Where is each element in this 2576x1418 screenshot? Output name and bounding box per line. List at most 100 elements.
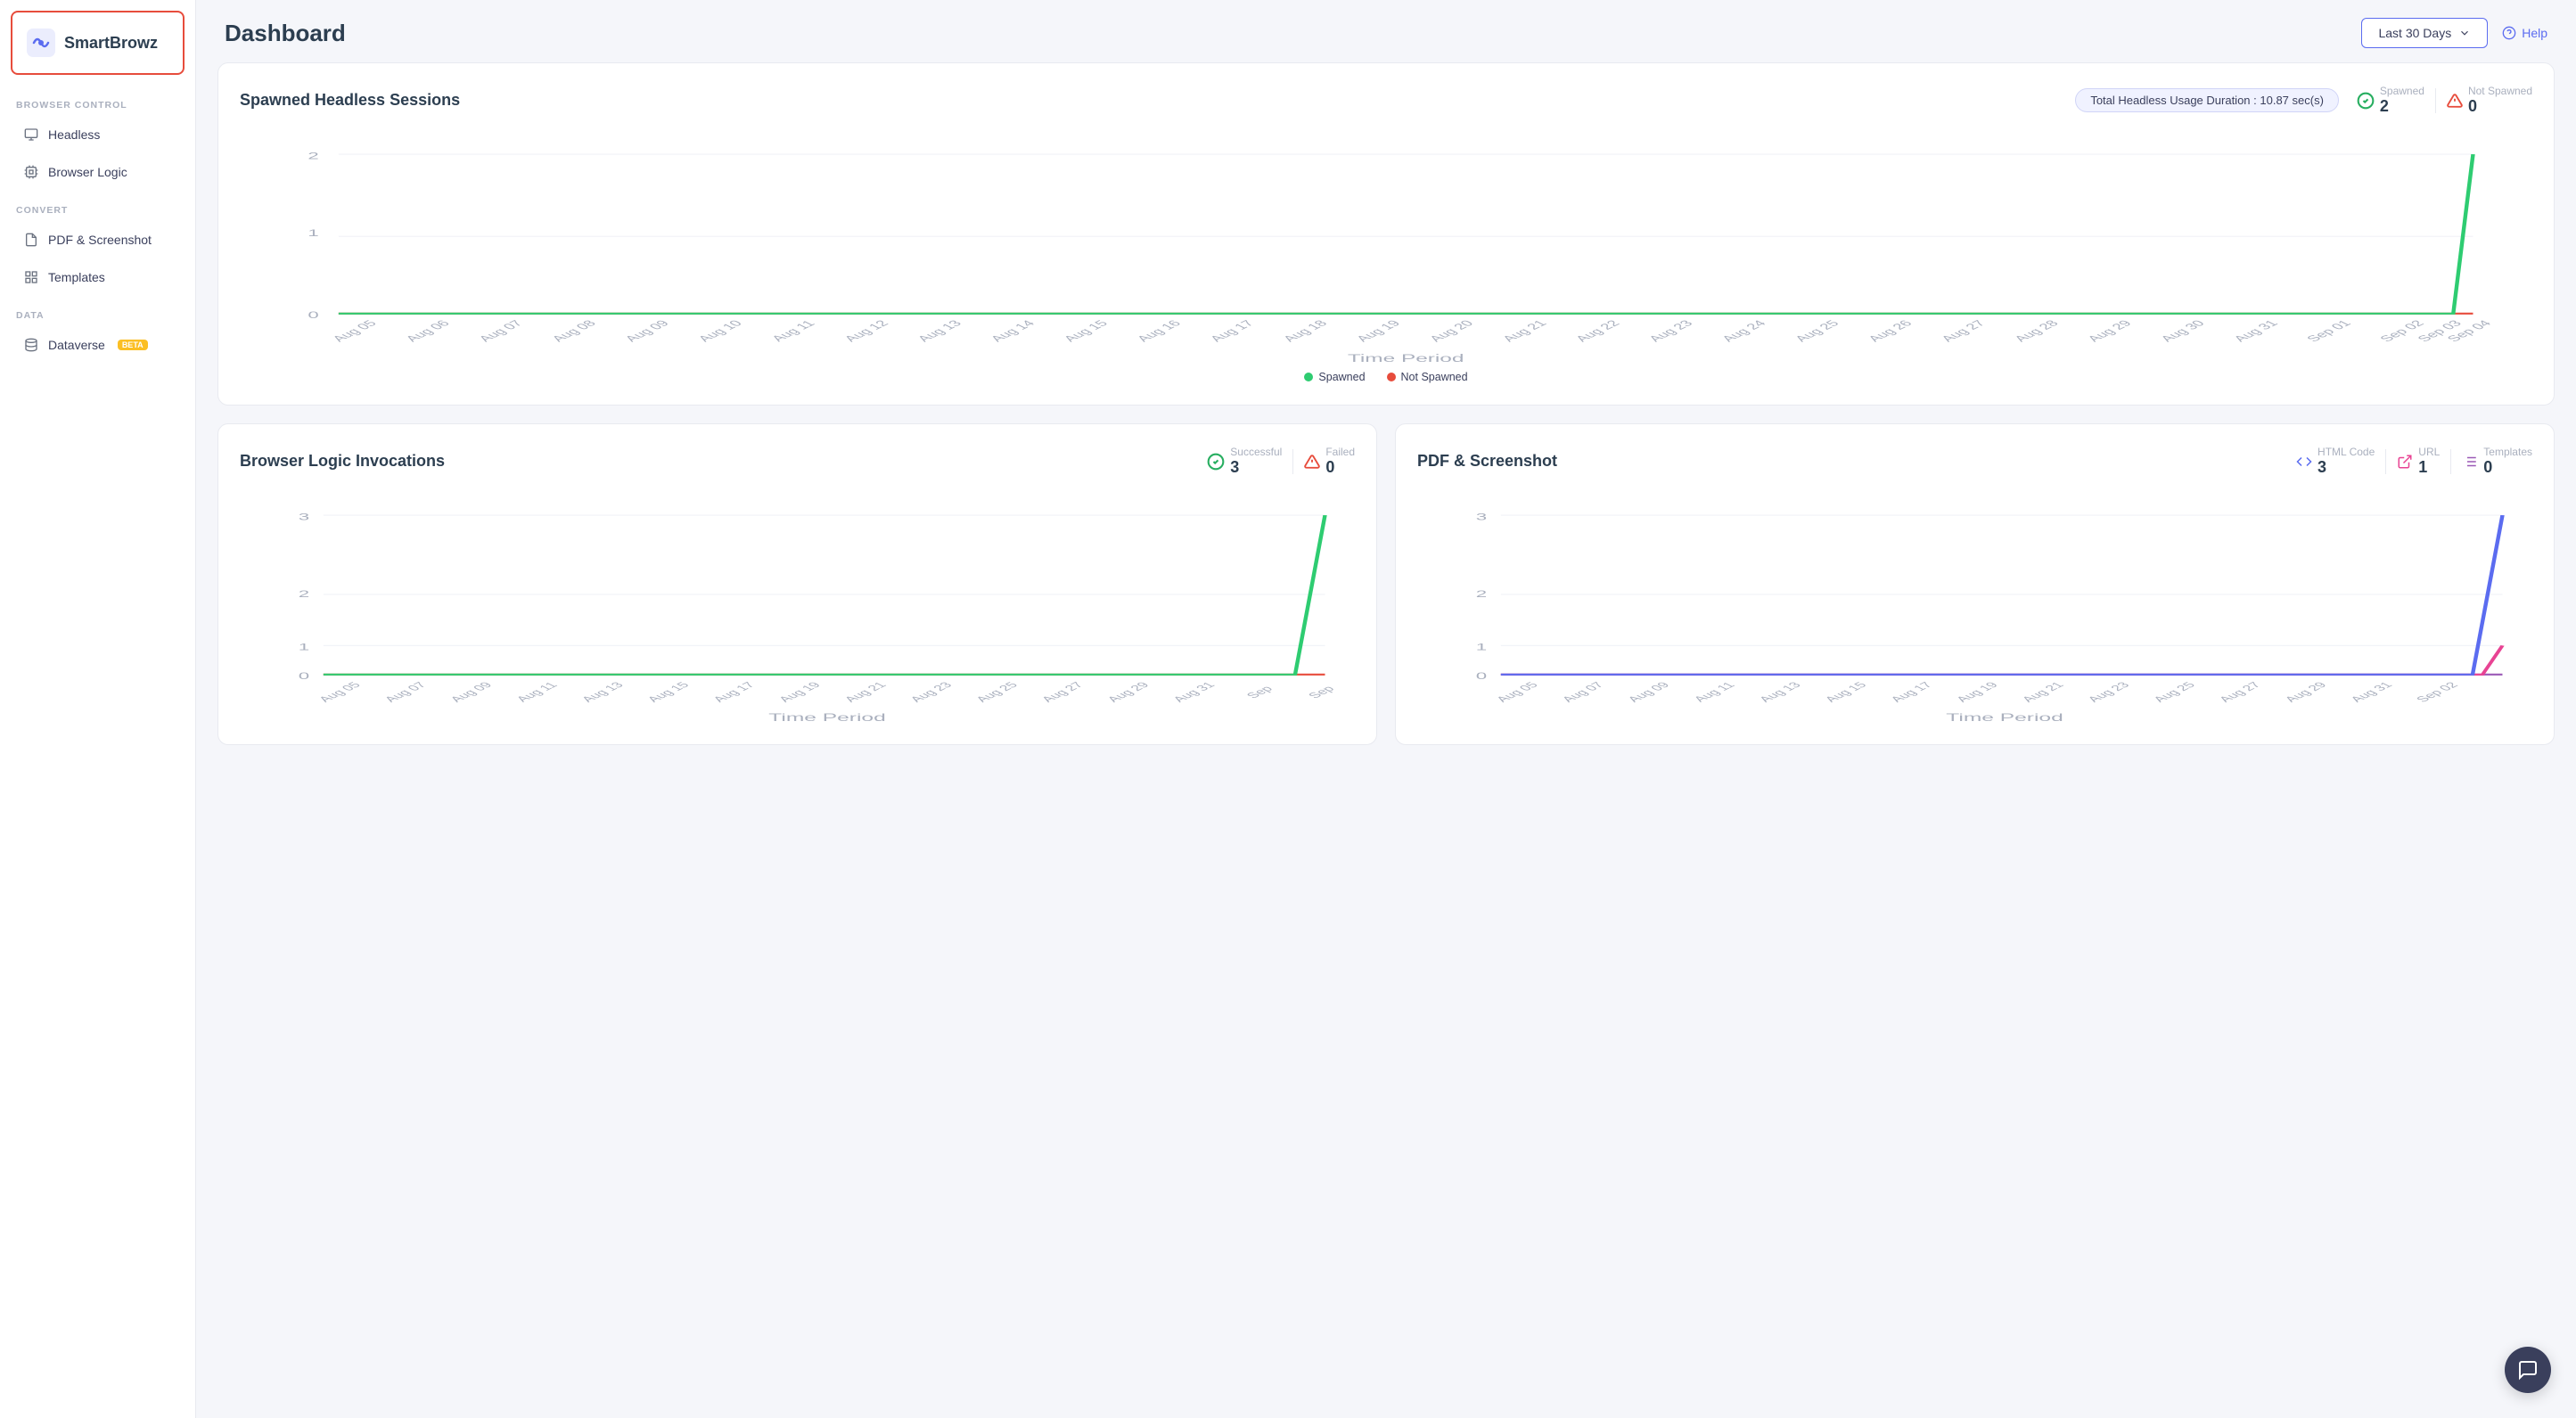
svg-text:Aug 31: Aug 31: [2231, 319, 2282, 344]
spawned-dot: [1304, 373, 1313, 381]
svg-text:Aug 14: Aug 14: [988, 319, 1038, 344]
legend-not-spawned-label: Not Spawned: [1401, 371, 1468, 383]
main-content: Dashboard Last 30 Days Help Spawned Head…: [196, 0, 2576, 1418]
svg-text:Aug 15: Aug 15: [1062, 319, 1112, 344]
help-button[interactable]: Help: [2502, 26, 2547, 40]
topbar-right: Last 30 Days Help: [2361, 18, 2547, 48]
svg-text:3: 3: [299, 512, 309, 522]
svg-text:Aug 16: Aug 16: [1135, 319, 1185, 344]
list-icon: [2462, 454, 2478, 470]
svg-text:Aug 19: Aug 19: [775, 680, 824, 703]
sidebar-item-pdf[interactable]: PDF & Screenshot: [7, 223, 188, 257]
svg-text:Aug 09: Aug 09: [447, 680, 496, 703]
svg-text:Aug 13: Aug 13: [578, 680, 627, 703]
stat-divider-2: [1292, 449, 1293, 474]
sidebar-item-templates[interactable]: Templates: [7, 260, 188, 294]
database-icon: [23, 337, 39, 353]
svg-text:Aug 29: Aug 29: [1103, 680, 1153, 703]
svg-text:Aug 05: Aug 05: [1492, 680, 1541, 703]
svg-text:Aug 23: Aug 23: [2084, 680, 2133, 703]
svg-text:Aug 05: Aug 05: [330, 319, 381, 344]
templates-label: Templates: [48, 270, 105, 284]
browser-logic-chart: 3 2 1 0 Aug 05 Aug: [240, 491, 1355, 723]
svg-text:1: 1: [308, 227, 318, 238]
url-label: URL: [2418, 446, 2440, 458]
section-browser-control: BROWSER CONTROL: [0, 86, 195, 116]
content-area: Spawned Headless Sessions Total Headless…: [196, 62, 2576, 784]
logo[interactable]: SmartBrowz: [11, 11, 185, 75]
spawned-label: Spawned: [2380, 85, 2424, 97]
browser-logic-header: Browser Logic Invocations Successful 3: [240, 446, 1355, 477]
svg-text:Aug 10: Aug 10: [695, 319, 746, 344]
app-name: SmartBrowz: [64, 34, 158, 53]
check-circle-icon-2: [1207, 453, 1225, 471]
alert-triangle-icon-2: [1304, 454, 1320, 470]
alert-triangle-icon: [2447, 93, 2463, 109]
pdf-card-header: PDF & Screenshot HTML Code 3: [1417, 446, 2532, 477]
html-code-value: 3: [2318, 458, 2326, 476]
pdf-chart-svg: 3 2 1 0: [1417, 491, 2532, 723]
sidebar-item-headless[interactable]: Headless: [7, 118, 188, 152]
failed-stat: Failed 0: [1304, 446, 1355, 477]
svg-text:Sep 02: Sep 02: [2413, 680, 2462, 703]
help-label: Help: [2522, 26, 2547, 40]
svg-text:Aug 19: Aug 19: [1354, 319, 1405, 344]
external-link-icon: [2397, 454, 2413, 470]
svg-text:Aug 27: Aug 27: [1038, 680, 1087, 703]
not-spawned-dot: [1387, 373, 1396, 381]
failed-label: Failed: [1325, 446, 1355, 458]
headless-card-meta: Total Headless Usage Duration : 10.87 se…: [2075, 85, 2532, 116]
svg-text:2: 2: [1476, 588, 1487, 599]
svg-text:Aug 06: Aug 06: [403, 319, 454, 344]
svg-text:Aug 05: Aug 05: [315, 680, 364, 703]
url-stat: URL 1: [2397, 446, 2440, 477]
svg-text:Aug 26: Aug 26: [1866, 319, 1916, 344]
svg-text:0: 0: [299, 670, 310, 681]
svg-text:2: 2: [299, 588, 309, 599]
pdf-chart: 3 2 1 0: [1417, 491, 2532, 723]
logo-icon: [27, 29, 55, 57]
svg-text:Aug 07: Aug 07: [476, 319, 527, 344]
svg-text:Aug 07: Aug 07: [1558, 680, 1607, 703]
stat-divider: [2435, 88, 2436, 113]
svg-text:Aug 12: Aug 12: [841, 319, 892, 344]
code-icon: [2296, 454, 2312, 470]
svg-text:Aug 21: Aug 21: [2018, 680, 2067, 703]
date-filter-button[interactable]: Last 30 Days: [2361, 18, 2488, 48]
svg-text:Aug 07: Aug 07: [381, 680, 430, 703]
monitor-icon: [23, 127, 39, 143]
two-col-section: Browser Logic Invocations Successful 3: [217, 423, 2555, 763]
svg-text:Aug 11: Aug 11: [513, 680, 561, 703]
svg-text:2: 2: [308, 151, 318, 161]
section-data: DATA: [0, 296, 195, 326]
html-code-label: HTML Code: [2318, 446, 2375, 458]
successful-value: 3: [1230, 458, 1239, 476]
svg-text:Aug 13: Aug 13: [915, 319, 965, 344]
section-convert: CONVERT: [0, 191, 195, 221]
pdf-stats: HTML Code 3 URL 1: [2296, 446, 2532, 477]
headless-card: Spawned Headless Sessions Total Headless…: [217, 62, 2555, 406]
svg-text:Aug 23: Aug 23: [1646, 319, 1697, 344]
svg-text:Aug 27: Aug 27: [1939, 319, 1989, 344]
headless-chart-svg: Number of Invocations 2 1 0 Aug 05 Aug 0…: [240, 130, 2532, 362]
headless-stats: Spawned 2 Not Spawned 0: [2357, 85, 2532, 116]
pdf-label: PDF & Screenshot: [48, 233, 152, 247]
stat-divider-4: [2450, 449, 2451, 474]
sidebar-item-dataverse[interactable]: Dataverse BETA: [7, 328, 188, 362]
svg-text:Aug 15: Aug 15: [1821, 680, 1870, 703]
sidebar-item-browser-logic[interactable]: Browser Logic: [7, 155, 188, 189]
legend-not-spawned: Not Spawned: [1387, 371, 1468, 383]
headless-legend: Spawned Not Spawned: [240, 371, 2532, 383]
spawned-stat: Spawned 2: [2357, 85, 2424, 116]
svg-text:Sep: Sep: [1243, 684, 1276, 700]
browser-logic-svg: 3 2 1 0 Aug 05 Aug: [240, 491, 1355, 723]
grid-icon: [23, 269, 39, 285]
templates-pdf-value: 0: [2483, 458, 2492, 476]
svg-text:Aug 28: Aug 28: [2012, 319, 2063, 344]
stat-divider-3: [2385, 449, 2386, 474]
headless-chart: Number of Invocations 2 1 0 Aug 05 Aug 0…: [240, 130, 2532, 362]
chat-fab[interactable]: [2505, 1347, 2551, 1393]
headless-label: Headless: [48, 127, 100, 142]
svg-text:Aug 09: Aug 09: [1624, 680, 1673, 703]
pdf-card: PDF & Screenshot HTML Code 3: [1395, 423, 2555, 745]
